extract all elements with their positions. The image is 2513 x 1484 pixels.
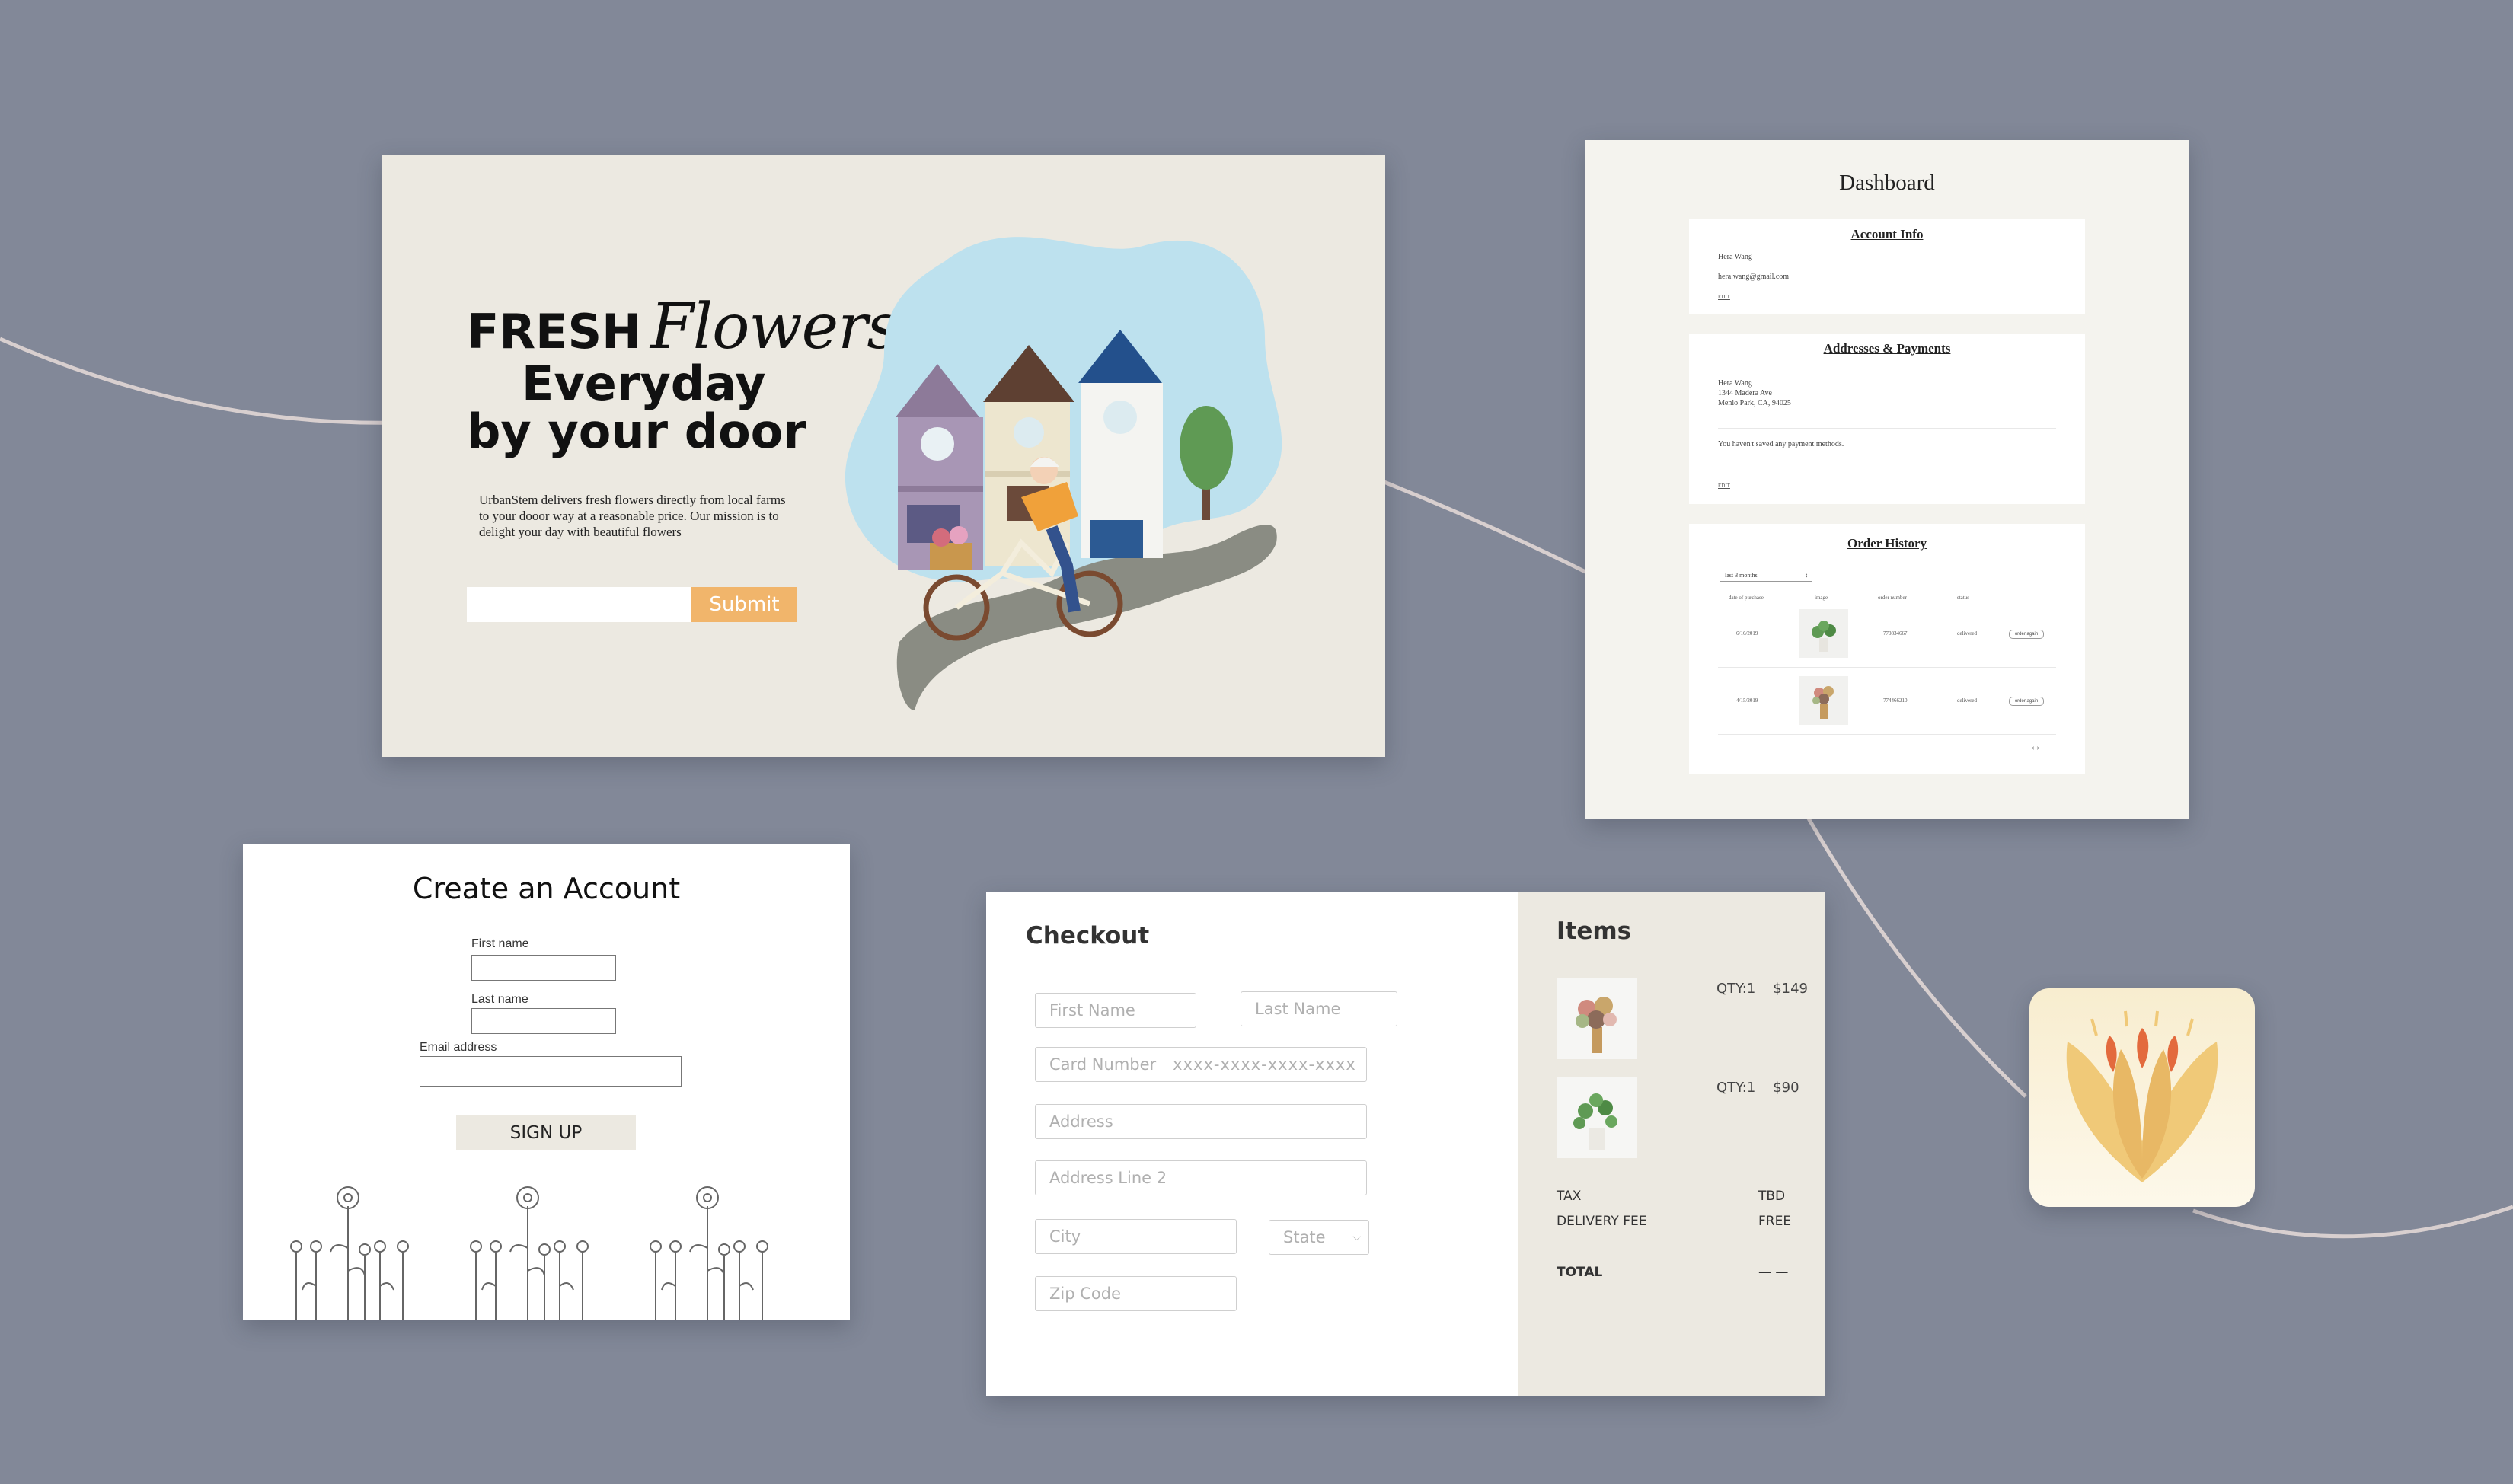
email-label: Email address — [420, 1041, 497, 1054]
account-info-panel: Account Info Hera Wang hera.wang@gmail.c… — [1689, 219, 2085, 314]
tax-value: TBD — [1758, 1189, 1786, 1204]
no-payment-text: You haven't saved any payment methods. — [1718, 440, 1844, 448]
order-number: 774466210 — [1883, 697, 1908, 704]
card-number-input[interactable]: Card Number xxxx-xxxx-xxxx-xxxx — [1035, 1047, 1367, 1082]
state-value: State — [1283, 1228, 1326, 1246]
flower-bouquet-icon — [1576, 997, 1617, 1053]
last-name-label: Last name — [471, 993, 528, 1006]
landing-hero-card: FRESH Flowers Everyday by your door Urba… — [382, 155, 1385, 757]
zip-code-input[interactable]: Zip Code — [1035, 1276, 1237, 1311]
item-qty: QTY:1 — [1716, 981, 1756, 997]
state-select[interactable]: State ⌵ — [1269, 1220, 1369, 1255]
sign-up-button[interactable]: SIGN UP — [456, 1115, 636, 1150]
address-line-2-input[interactable]: Address Line 2 — [1035, 1160, 1367, 1195]
address-line-3: Menlo Park, CA, 94025 — [1718, 399, 1791, 407]
addresses-title: Addresses & Payments — [1823, 341, 1951, 356]
card-number-mask: xxxx-xxxx-xxxx-xxxx — [1173, 1055, 1356, 1074]
item-price: $90 — [1773, 1080, 1799, 1096]
first-name-label: First name — [471, 937, 529, 950]
signup-form: Submit — [467, 587, 797, 622]
last-name-field[interactable] — [471, 1008, 616, 1034]
order-number: 770834667 — [1883, 630, 1908, 637]
column-header-image: image — [1815, 595, 1828, 601]
bicycle-delivery-illustration — [845, 237, 1282, 710]
delivery-fee-value: FREE — [1758, 1214, 1792, 1229]
dashboard-title: Dashboard — [1839, 171, 1935, 195]
order-thumbnail — [1799, 676, 1848, 725]
app-logo-icon — [2029, 988, 2255, 1207]
divider — [1718, 428, 2056, 429]
delivery-fee-label: DELIVERY FEE — [1557, 1214, 1647, 1229]
order-date: 4/15/2019 — [1736, 697, 1758, 704]
order-history-panel: Order History last 3 months ↕ date of pu… — [1689, 524, 2085, 774]
headline-door: by your door — [467, 403, 806, 459]
item-price: $149 — [1773, 981, 1808, 997]
checkout-card: Checkout First Name Last Name Card Numbe… — [986, 892, 1825, 1396]
plant-pot-icon — [1573, 1093, 1617, 1150]
first-name-field[interactable] — [471, 955, 616, 981]
submit-button[interactable]: Submit — [691, 587, 797, 622]
account-email: hera.wang@gmail.com — [1718, 273, 1790, 281]
order-history-title: Order History — [1847, 536, 1927, 551]
account-name: Hera Wang — [1718, 253, 1752, 261]
tax-label: TAX — [1557, 1189, 1582, 1204]
line-flowers-illustration — [290, 1186, 768, 1320]
order-date: 6/16/2019 — [1736, 630, 1758, 637]
order-thumbnail — [1799, 609, 1848, 658]
first-name-input[interactable]: First Name — [1035, 993, 1196, 1028]
order-filter-select[interactable]: last 3 months ↕ — [1720, 570, 1812, 582]
total-label: TOTAL — [1557, 1265, 1603, 1280]
column-header-order-number: order number — [1878, 595, 1907, 601]
divider — [1718, 734, 2056, 735]
address-input[interactable]: Address — [1035, 1104, 1367, 1139]
email-input[interactable] — [467, 587, 691, 622]
item-image — [1557, 1077, 1637, 1158]
items-summary-panel: Items QTY:1 $149 QTY:1 $90 TAX TBD DELIV… — [1518, 892, 1825, 1396]
order-again-button[interactable]: order again — [2009, 697, 2044, 706]
email-field[interactable] — [420, 1056, 682, 1087]
checkout-title: Checkout — [1026, 922, 1150, 949]
create-account-card: Create an Account First name Last name E… — [243, 844, 850, 1320]
pagination-arrows[interactable]: ‹ › — [2032, 743, 2039, 752]
city-input[interactable]: City — [1035, 1219, 1237, 1254]
select-arrow-icon: ↕ — [1805, 572, 1808, 579]
item-qty-price: QTY:1 $149 — [1716, 981, 1808, 997]
last-name-input[interactable]: Last Name — [1241, 991, 1397, 1026]
hero-description: UrbanStem delivers fresh flowers directl… — [479, 493, 786, 539]
item-image — [1557, 978, 1637, 1059]
column-header-status: status — [1957, 595, 1969, 601]
dashboard-card: Dashboard Account Info Hera Wang hera.wa… — [1585, 140, 2189, 819]
addresses-panel: Addresses & Payments Hera Wang 1344 Made… — [1689, 334, 2085, 504]
create-account-title: Create an Account — [412, 872, 681, 905]
headline-everyday: Everyday — [522, 355, 766, 411]
address-line-2: 1344 Madera Ave — [1718, 389, 1772, 397]
order-filter-value: last 3 months — [1725, 572, 1758, 579]
card-number-placeholder: Card Number — [1049, 1055, 1157, 1074]
flower-bouquet-icon — [1812, 686, 1834, 719]
order-status: delivered — [1957, 630, 1978, 637]
addresses-edit-link[interactable]: EDIT — [1718, 483, 1730, 489]
item-qty-price: QTY:1 $90 — [1716, 1080, 1799, 1096]
order-status: delivered — [1957, 697, 1978, 704]
item-qty: QTY:1 — [1716, 1080, 1756, 1096]
headline-fresh: FRESH — [467, 304, 641, 359]
account-edit-link[interactable]: EDIT — [1718, 294, 1730, 300]
order-again-button[interactable]: order again — [2009, 630, 2044, 639]
chevron-down-icon: ⌵ — [1352, 1231, 1361, 1243]
column-header-date: date of purchase — [1729, 595, 1764, 601]
flower-bouquet-icon — [1812, 621, 1836, 652]
hero-headline: FRESH Flowers Everyday by your door — [467, 295, 899, 459]
items-title: Items — [1557, 918, 1632, 945]
tulip-logo-icon — [2066, 1010, 2218, 1182]
address-line-1: Hera Wang — [1718, 379, 1752, 388]
total-value: — — — [1758, 1265, 1789, 1280]
divider — [1718, 667, 2056, 668]
account-info-title: Account Info — [1850, 227, 1924, 241]
